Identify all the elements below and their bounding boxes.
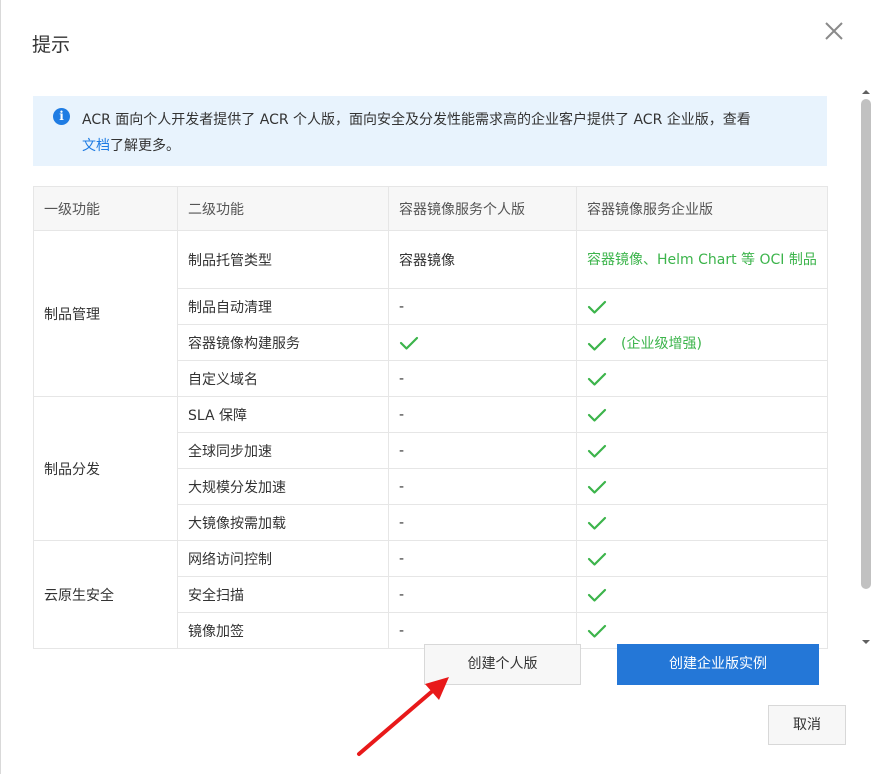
personal-value: - — [399, 622, 405, 639]
docs-link[interactable]: 文档 — [82, 138, 110, 154]
dialog-title: 提示 — [32, 34, 71, 56]
enterprise-cell — [576, 396, 828, 433]
personal-value: - — [399, 298, 405, 315]
group-name: 制品分发 — [44, 461, 100, 478]
enhance-note: (企业级增强) — [621, 335, 702, 352]
check-icon — [587, 624, 607, 638]
table-body: 制品管理 制品托管类型 容器镜像 容器镜像、Helm Chart 等 OCI 制品 制品… — [33, 230, 828, 649]
feature-name: 网络访问控制 — [188, 551, 272, 568]
feature-name: 容器镜像构建服务 — [188, 335, 300, 352]
column-header: 一级功能 — [33, 186, 178, 231]
dialog: 提示 i ACR 面向个人开发者提供了 ACR 个人版，面向安全及分发性能需求高… — [0, 0, 873, 774]
red-arrow-annotation — [357, 677, 449, 756]
column-header: 容器镜像服务企业版 — [576, 186, 828, 231]
feature-name: 全球同步加速 — [188, 443, 272, 460]
personal-value: - — [399, 586, 405, 603]
column-header: 二级功能 — [177, 186, 389, 231]
check-icon — [587, 588, 607, 602]
personal-cell: - — [388, 540, 577, 577]
check-icon — [587, 480, 607, 494]
check-icon — [587, 372, 607, 386]
enterprise-cell — [576, 360, 828, 397]
feature-cell: 网络访问控制 — [177, 540, 389, 577]
feature-cell: 大镜像按需加载 — [177, 504, 389, 541]
check-icon — [587, 552, 607, 566]
personal-value: - — [399, 442, 405, 459]
feature-cell: 制品自动清理 — [177, 288, 389, 325]
check-icon — [587, 516, 607, 530]
check-icon — [587, 444, 607, 458]
enterprise-cell — [576, 504, 828, 541]
check-icon — [587, 300, 607, 314]
group-cell: 制品分发 — [33, 396, 178, 541]
personal-value: 容器镜像 — [399, 252, 455, 269]
info-message: ACR 面向个人开发者提供了 ACR 个人版，面向安全及分发性能需求高的企业客户… — [82, 112, 751, 128]
personal-cell: - — [388, 396, 577, 433]
feature-name: 安全扫描 — [188, 587, 244, 604]
table-row: 制品分发 SLA 保障 - — [33, 396, 828, 541]
info-suffix: 了解更多。 — [110, 138, 180, 154]
check-icon — [587, 337, 607, 351]
check-icon — [587, 408, 607, 422]
close-icon[interactable] — [822, 19, 846, 43]
enterprise-cell — [576, 432, 828, 469]
scrollbar[interactable] — [858, 83, 873, 653]
table-row: 云原生安全 网络访问控制 - — [33, 540, 828, 649]
feature-cell: SLA 保障 — [177, 396, 389, 433]
enterprise-cell — [576, 288, 828, 325]
feature-name: 大规模分发加速 — [188, 479, 286, 496]
personal-cell: - — [388, 432, 577, 469]
personal-cell: 容器镜像 — [388, 230, 577, 289]
info-text: ACR 面向个人开发者提供了 ACR 个人版，面向安全及分发性能需求高的企业客户… — [82, 107, 812, 159]
personal-value: - — [399, 370, 405, 387]
personal-value: - — [399, 514, 405, 531]
column-header: 容器镜像服务个人版 — [388, 186, 577, 231]
feature-comparison-table: 一级功能 二级功能 容器镜像服务个人版 容器镜像服务企业版 制品管理 制品托管类型… — [33, 186, 828, 649]
feature-name: SLA 保障 — [188, 407, 248, 424]
personal-cell: - — [388, 288, 577, 325]
dialog-content: i ACR 面向个人开发者提供了 ACR 个人版，面向安全及分发性能需求高的企业… — [1, 83, 873, 653]
table-row: 制品管理 制品托管类型 容器镜像 容器镜像、Helm Chart 等 OCI 制品 — [33, 230, 828, 397]
personal-value: - — [399, 478, 405, 495]
personal-cell: - — [388, 576, 577, 613]
table-header-row: 一级功能 二级功能 容器镜像服务个人版 容器镜像服务企业版 — [33, 186, 828, 231]
feature-name: 制品托管类型 — [188, 252, 272, 269]
enterprise-value: 容器镜像、Helm Chart 等 OCI 制品 — [587, 251, 817, 268]
enterprise-cell — [576, 576, 828, 613]
info-icon: i — [53, 108, 70, 125]
scrollbar-thumb[interactable] — [861, 99, 871, 589]
enterprise-cell — [576, 468, 828, 505]
personal-value: - — [399, 550, 405, 567]
personal-value: - — [399, 406, 405, 423]
feature-cell: 制品托管类型 — [177, 230, 389, 289]
enterprise-cell: (企业级增强) — [576, 324, 828, 361]
feature-cell: 安全扫描 — [177, 576, 389, 613]
create-enterprise-button[interactable]: 创建企业版实例 — [617, 644, 819, 685]
group-cell: 制品管理 — [33, 230, 178, 397]
group-name: 云原生安全 — [44, 587, 114, 604]
feature-cell: 镜像加签 — [177, 612, 389, 649]
personal-cell: - — [388, 360, 577, 397]
group-name: 制品管理 — [44, 306, 100, 323]
personal-cell: - — [388, 468, 577, 505]
personal-cell — [388, 324, 577, 361]
feature-cell: 全球同步加速 — [177, 432, 389, 469]
enterprise-cell — [576, 540, 828, 577]
feature-name: 镜像加签 — [188, 623, 244, 640]
feature-name: 制品自动清理 — [188, 299, 272, 316]
feature-name: 自定义域名 — [188, 371, 258, 388]
enterprise-cell: 容器镜像、Helm Chart 等 OCI 制品 — [576, 230, 828, 289]
feature-cell: 自定义域名 — [177, 360, 389, 397]
scroll-up-icon[interactable] — [861, 87, 871, 97]
personal-cell: - — [388, 504, 577, 541]
scroll-down-icon[interactable] — [861, 637, 871, 647]
group-cell: 云原生安全 — [33, 540, 178, 649]
feature-cell: 容器镜像构建服务 — [177, 324, 389, 361]
info-alert: i ACR 面向个人开发者提供了 ACR 个人版，面向安全及分发性能需求高的企业… — [33, 96, 827, 166]
feature-name: 大镜像按需加载 — [188, 515, 286, 532]
feature-cell: 大规模分发加速 — [177, 468, 389, 505]
check-icon — [399, 336, 419, 350]
cancel-button[interactable]: 取消 — [768, 705, 846, 745]
